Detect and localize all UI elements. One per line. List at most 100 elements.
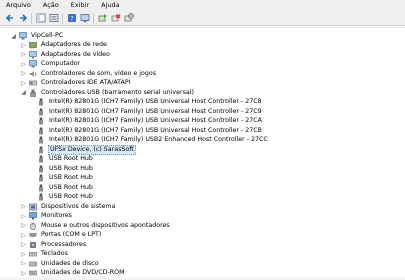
category-ports[interactable]: ▷ Portas (COM e LPT) [20, 230, 102, 240]
usb-plug-icon [37, 174, 45, 182]
disable-icon[interactable] [123, 13, 134, 24]
processor-icon [29, 241, 37, 249]
expand-icon[interactable]: ▷ [20, 80, 27, 87]
menu-file[interactable]: Arquivo [6, 0, 31, 11]
category-label: Processadores [41, 240, 87, 248]
expand-icon[interactable]: ▷ [20, 42, 27, 49]
usb-device-label: USB Root Hub [49, 164, 93, 172]
usb-device-item[interactable]: Intel(R) 82801G (ICH7 Family) USB Univer… [37, 97, 263, 107]
collapse-icon[interactable]: ◢ [20, 89, 27, 96]
menu-view[interactable]: Exibir [71, 0, 89, 11]
category-label: Controladores de som, vídeo e jogos [41, 69, 157, 77]
expand-icon[interactable]: ▷ [20, 203, 27, 210]
toolbar: ? [0, 11, 405, 26]
collapse-icon[interactable]: ◢ [10, 33, 17, 40]
usb-plug-icon [37, 136, 45, 144]
category-disk-drives[interactable]: ▷ Unidades de disco [20, 259, 100, 269]
expand-icon[interactable]: ▷ [20, 213, 27, 220]
expand-icon[interactable]: ▷ [20, 251, 27, 258]
category-label: Mouse e outros dispositivos apontadores [41, 221, 170, 229]
port-icon [29, 231, 37, 239]
usb-device-item[interactable]: USB Root Hub [37, 164, 94, 174]
expand-icon[interactable]: ▷ [20, 232, 27, 239]
back-icon[interactable] [4, 13, 15, 24]
update-driver-icon[interactable] [97, 13, 108, 24]
category-computer[interactable]: ▷ Computador [20, 59, 81, 69]
usb-device-label: Intel(R) 82801G (ICH7 Family) USB Univer… [49, 126, 262, 134]
usb-plug-icon [37, 184, 45, 192]
category-mice[interactable]: ▷ Mouse e outros dispositivos apontadore… [20, 221, 171, 231]
usb-device-label: USB Root Hub [49, 155, 93, 162]
disk-drive-icon [29, 260, 37, 268]
usb-device-item[interactable]: Intel(R) 82801G (ICH7 Family) USB Univer… [37, 126, 263, 136]
usb-plug-icon [37, 127, 45, 135]
category-label: Controladores IDE ATA/ATAPI [41, 79, 131, 86]
help-icon[interactable]: ? [66, 13, 77, 24]
usb-device-item[interactable]: Intel(R) 82801G (ICH7 Family) USB2 Enhan… [37, 135, 269, 145]
toolbar-separator [31, 12, 32, 24]
menu-action[interactable]: Ação [43, 0, 59, 11]
usb-plug-icon [37, 165, 45, 173]
menu-bar: Arquivo Ação Exibir Ajuda [0, 0, 405, 11]
network-adapter-icon [29, 41, 37, 49]
usb-device-label: Intel(R) 82801G (ICH7 Family) USB2 Enhan… [49, 136, 268, 143]
bottom-edge [0, 276, 405, 280]
usb-device-item[interactable]: USB Root Hub [37, 173, 94, 183]
category-network-adapters[interactable]: ▷ Adaptadores de rede [20, 40, 108, 50]
category-sound-video-game[interactable]: ▷ Controladores de som, vídeo e jogos [20, 69, 157, 79]
category-monitors[interactable]: ▷ Monitores [20, 211, 73, 221]
toolbar-separator [62, 12, 63, 24]
expand-icon[interactable]: ▷ [20, 241, 27, 248]
usb-device-label: USB Root Hub [49, 193, 93, 200]
mouse-icon [29, 222, 37, 230]
expand-icon[interactable]: ▷ [20, 260, 27, 267]
category-label: Adaptadores de vídeo [41, 50, 110, 58]
console-tree-icon[interactable] [48, 13, 59, 24]
category-usb-controllers[interactable]: ◢ Controladores USB (barramento serial u… [20, 88, 195, 98]
keyboard-icon [29, 250, 37, 258]
category-label: Monitores [41, 212, 72, 219]
usb-device-label: Intel(R) 82801G (ICH7 Family) USB Univer… [49, 107, 262, 115]
category-keyboards[interactable]: ▷ Teclados [20, 249, 69, 259]
properties-icon[interactable] [35, 13, 46, 24]
usb-device-label: UFSx Device, (c) SarasSoft [48, 144, 136, 155]
usb-device-item[interactable]: USB Root Hub [37, 192, 94, 202]
usb-plug-icon [37, 146, 45, 154]
expand-icon[interactable]: ▷ [20, 61, 27, 68]
ide-controller-icon [29, 79, 37, 87]
forward-icon[interactable] [17, 13, 28, 24]
usb-plug-icon [37, 98, 45, 106]
usb-device-item[interactable]: Intel(R) 82801G (ICH7 Family) USB Univer… [37, 107, 263, 117]
usb-device-item[interactable]: Intel(R) 82801G (ICH7 Family) USB Univer… [37, 116, 263, 126]
device-tree[interactable]: ◢ VipCell-PC ▷ Adaptadores de rede ▷ Ada… [0, 27, 405, 280]
usb-plug-icon [37, 193, 45, 201]
expand-icon[interactable]: ▷ [20, 222, 27, 229]
category-label: Unidades de disco [41, 259, 99, 267]
system-device-icon [29, 203, 37, 211]
category-system-devices[interactable]: ▷ Dispositivos de sistema [20, 202, 116, 212]
sound-icon [29, 70, 37, 78]
computer-icon [19, 32, 27, 40]
category-processors[interactable]: ▷ Processadores [20, 240, 87, 250]
computer-icon [29, 60, 37, 68]
display-adapter-icon [29, 50, 37, 59]
usb-device-label: USB Root Hub [49, 174, 93, 181]
monitor-icon [29, 212, 37, 220]
category-ide-controllers[interactable]: ▷ Controladores IDE ATA/ATAPI [20, 78, 132, 88]
category-label: Adaptadores de rede [41, 41, 107, 48]
usb-device-item-selected[interactable]: UFSx Device, (c) SarasSoft [37, 144, 136, 155]
menu-help[interactable]: Ajuda [101, 0, 119, 11]
category-display-adapters[interactable]: ▷ Adaptadores de vídeo [20, 50, 111, 60]
svg-text:?: ? [70, 15, 73, 23]
expand-icon[interactable]: ▷ [20, 51, 27, 58]
usb-device-item[interactable]: USB Root Hub [37, 183, 94, 193]
category-label: Portas (COM e LPT) [41, 231, 102, 238]
uninstall-icon[interactable] [110, 13, 121, 24]
scan-hardware-icon[interactable] [79, 13, 90, 24]
expand-icon[interactable]: ▷ [20, 70, 27, 77]
usb-icon [29, 89, 37, 97]
usb-device-label: Intel(R) 82801G (ICH7 Family) USB Univer… [49, 117, 262, 124]
usb-plug-icon [37, 108, 45, 116]
usb-device-item[interactable]: USB Root Hub [37, 154, 94, 164]
category-label: Controladores USB (barramento serial uni… [41, 88, 194, 96]
